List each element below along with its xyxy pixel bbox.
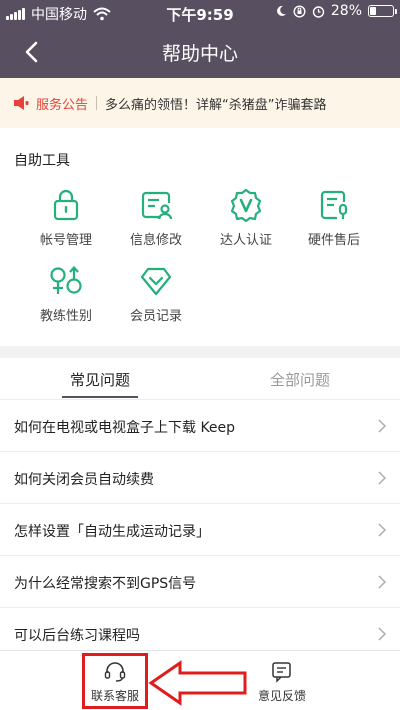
faq-section: 常见问题 全部问题 如何在电视或电视盒子上下载 Keep 如何关闭会员自动续费 …: [0, 358, 400, 660]
faq-item[interactable]: 如何关闭会员自动续费: [0, 452, 400, 504]
annotation-highlight-box: [82, 653, 148, 709]
tool-label: 信息修改: [129, 233, 182, 248]
faq-item[interactable]: 为什么经常搜索不到GPS信号: [0, 556, 400, 608]
battery-icon: [368, 5, 397, 17]
notice-divider: [96, 96, 98, 110]
chevron-right-icon: [378, 471, 386, 485]
tool-coach-gender[interactable]: 教练性别: [26, 264, 106, 324]
tab-all-questions[interactable]: 全部问题: [270, 369, 330, 390]
nav-bar: 帮助中心: [0, 26, 400, 78]
feedback-label: 意见反馈: [257, 689, 306, 703]
notice-label: 服务公告: [36, 97, 89, 113]
faq-question: 如何在电视或电视盒子上下载 Keep: [14, 420, 236, 436]
annotation-arrow: [148, 660, 247, 706]
faq-question: 如何关闭会员自动续费: [14, 472, 154, 488]
faq-question: 可以后台练习课程吗: [14, 628, 140, 644]
tool-hardware-service[interactable]: 硬件售后: [294, 188, 374, 248]
megaphone-icon: [14, 96, 29, 110]
device-service-icon: [320, 190, 348, 220]
active-tab-indicator: [62, 396, 138, 398]
diamond-icon: [140, 267, 172, 296]
page-title: 帮助中心: [161, 43, 238, 65]
tool-label: 硬件售后: [307, 233, 360, 248]
tools-heading: 自助工具: [14, 153, 70, 169]
gender-icon: [50, 265, 82, 294]
chevron-right-icon: [378, 419, 386, 433]
chevron-right-icon: [378, 523, 386, 537]
notice-text[interactable]: 多么痛的领悟！详解“杀猪盘”诈骗套路: [105, 94, 326, 113]
faq-tabs: 常见问题 全部问题: [0, 358, 400, 400]
tool-info-edit[interactable]: 信息修改: [116, 188, 196, 248]
feedback-icon: [272, 662, 291, 683]
profile-card-icon: [141, 191, 173, 220]
verified-badge-icon: [230, 188, 262, 222]
status-bar: 中国移动 下午9:59 28%: [0, 0, 400, 26]
faq-item[interactable]: 怎样设置「自动生成运动记录」: [0, 504, 400, 556]
faq-item[interactable]: 如何在电视或电视盒子上下载 Keep: [0, 400, 400, 452]
chevron-right-icon: [378, 575, 386, 589]
rotation-lock-icon: [293, 4, 306, 18]
notice-bar[interactable]: 服务公告 多么痛的领悟！详解“杀猪盘”诈骗套路: [0, 78, 400, 128]
tool-membership-record[interactable]: 会员记录: [116, 264, 196, 324]
moon-icon: [276, 5, 286, 16]
tab-common-questions[interactable]: 常见问题: [70, 369, 130, 390]
feedback-button[interactable]: 意见反馈: [242, 651, 322, 710]
faq-question: 怎样设置「自动生成运动记录」: [14, 524, 210, 540]
lock-icon: [53, 189, 79, 221]
tool-label: 帐号管理: [39, 233, 92, 248]
self-service-tools: 自助工具 帐号管理 信息修改 达人认证 硬件售后 教练性别 会员记录: [0, 128, 400, 346]
tool-account-management[interactable]: 帐号管理: [26, 188, 106, 248]
faq-question: 为什么经常搜索不到GPS信号: [14, 576, 197, 592]
alarm-icon: [312, 5, 325, 18]
tool-label: 会员记录: [129, 309, 182, 324]
tool-expert-verification[interactable]: 达人认证: [206, 188, 286, 248]
tool-label: 达人认证: [219, 233, 272, 248]
chevron-right-icon: [378, 627, 386, 641]
battery-percent: 28%: [330, 3, 362, 19]
tool-label: 教练性别: [39, 309, 92, 324]
